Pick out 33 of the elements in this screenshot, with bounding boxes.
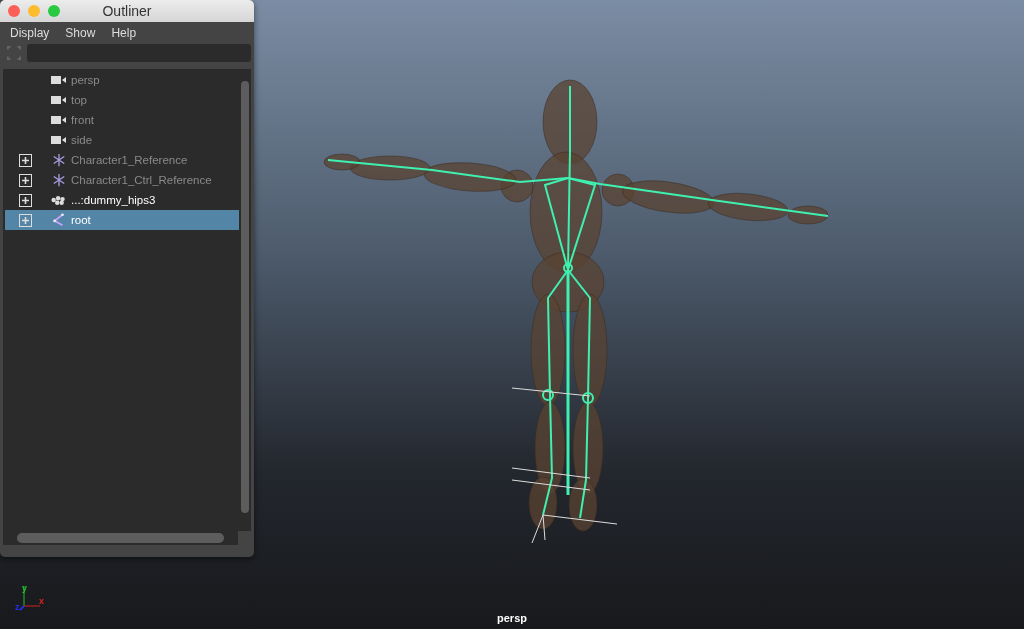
camera-icon: [51, 73, 67, 87]
search-field[interactable]: [27, 44, 251, 62]
asterisk-icon: [51, 173, 67, 187]
window-title: Outliner: [102, 3, 152, 19]
menu-item[interactable]: Help: [111, 26, 137, 40]
mesh-icon: [51, 193, 67, 207]
outliner-item[interactable]: side: [5, 130, 239, 150]
asterisk-icon: [51, 153, 67, 167]
outliner-item[interactable]: Character1_Ctrl_Reference: [5, 170, 239, 190]
selection-frame-icon[interactable]: [7, 46, 21, 60]
camera-label: persp: [497, 612, 527, 624]
outliner-item[interactable]: top: [5, 90, 239, 110]
outliner-item[interactable]: root: [5, 210, 239, 230]
outliner-item[interactable]: front: [5, 110, 239, 130]
outliner-item[interactable]: ...:dummy_hips3: [5, 190, 239, 210]
outliner-item[interactable]: persp: [5, 70, 239, 90]
close-icon[interactable]: [8, 5, 20, 17]
expand-icon[interactable]: [19, 193, 32, 207]
menu-item[interactable]: Show: [65, 26, 96, 40]
minimize-icon[interactable]: [28, 5, 40, 17]
zoom-icon[interactable]: [48, 5, 60, 17]
camera-icon: [51, 113, 67, 127]
expand-icon[interactable]: [19, 153, 32, 167]
horizontal-scrollbar[interactable]: [3, 531, 238, 545]
axis-label: x: [39, 597, 44, 606]
camera-icon: [51, 133, 67, 147]
axis-label: y: [22, 584, 27, 593]
outliner-item[interactable]: Character1_Reference: [5, 150, 239, 170]
joint-icon: [51, 213, 67, 227]
menu-item[interactable]: Display: [10, 26, 50, 40]
camera-icon: [51, 93, 67, 107]
axis-label: z: [15, 603, 20, 612]
expand-icon[interactable]: [19, 173, 32, 187]
